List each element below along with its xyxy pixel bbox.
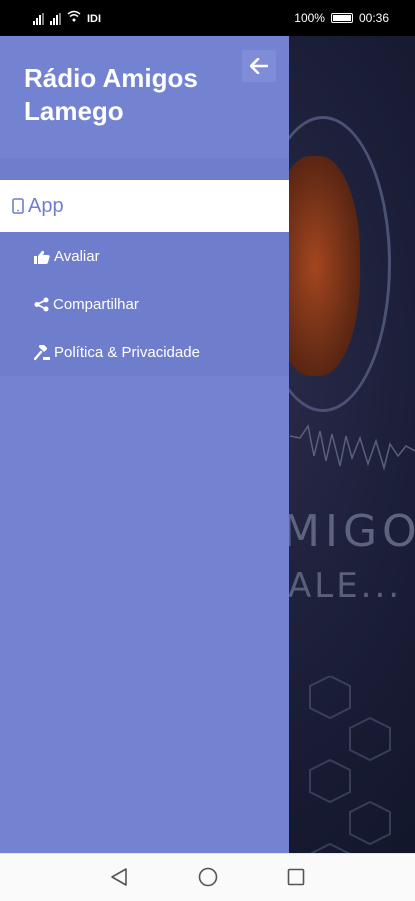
menu-item-politica-label: Política & Privacidade (54, 344, 200, 361)
background-sound-wave (290, 424, 415, 471)
background-text-line2: ALE... (288, 566, 403, 606)
menu-item-compartilhar-label: Compartilhar (53, 296, 139, 313)
clock: 00:36 (358, 11, 389, 25)
nav-back-button[interactable] (108, 866, 130, 888)
gavel-icon (34, 344, 50, 361)
status-bar: IDI 100% 00:36 (0, 0, 415, 36)
background-text-line1: MIGOS (282, 506, 415, 557)
menu-item-compartilhar[interactable]: Compartilhar (34, 296, 139, 313)
menu-item-avaliar[interactable]: Avaliar (34, 248, 100, 265)
navigation-drawer: Rádio Amigos Lamego App Avaliar Comparti… (0, 36, 289, 853)
drawer-header: Rádio Amigos Lamego (0, 36, 289, 158)
signal-icon (33, 13, 44, 25)
nav-recents-button[interactable] (285, 866, 307, 888)
recents-square-icon (287, 868, 305, 886)
tablet-icon (12, 198, 24, 214)
close-drawer-button[interactable] (242, 50, 276, 82)
wifi-icon (67, 10, 81, 25)
menu-item-politica-privacidade[interactable]: Política & Privacidade (34, 344, 200, 361)
system-navigation-bar (0, 853, 415, 901)
menu-item-app[interactable]: App (0, 180, 289, 232)
nfc-icon: IDI (87, 13, 102, 25)
share-icon (34, 297, 49, 312)
app-title: Rádio Amigos Lamego (24, 63, 198, 126)
menu-item-avaliar-label: Avaliar (54, 248, 100, 265)
status-icons-right: 100% 00:36 (294, 11, 389, 25)
status-icons-left: IDI (33, 10, 101, 25)
back-triangle-icon (110, 867, 128, 887)
battery-icon (330, 13, 353, 23)
signal-icon-2 (50, 13, 61, 25)
home-circle-icon (198, 867, 218, 887)
arrow-left-icon (250, 58, 268, 74)
menu-item-app-label: App (28, 194, 64, 217)
background-hex-pattern (309, 676, 391, 853)
nav-home-button[interactable] (197, 866, 219, 888)
battery-percent: 100% (294, 11, 325, 25)
thumbs-up-icon (34, 250, 50, 264)
